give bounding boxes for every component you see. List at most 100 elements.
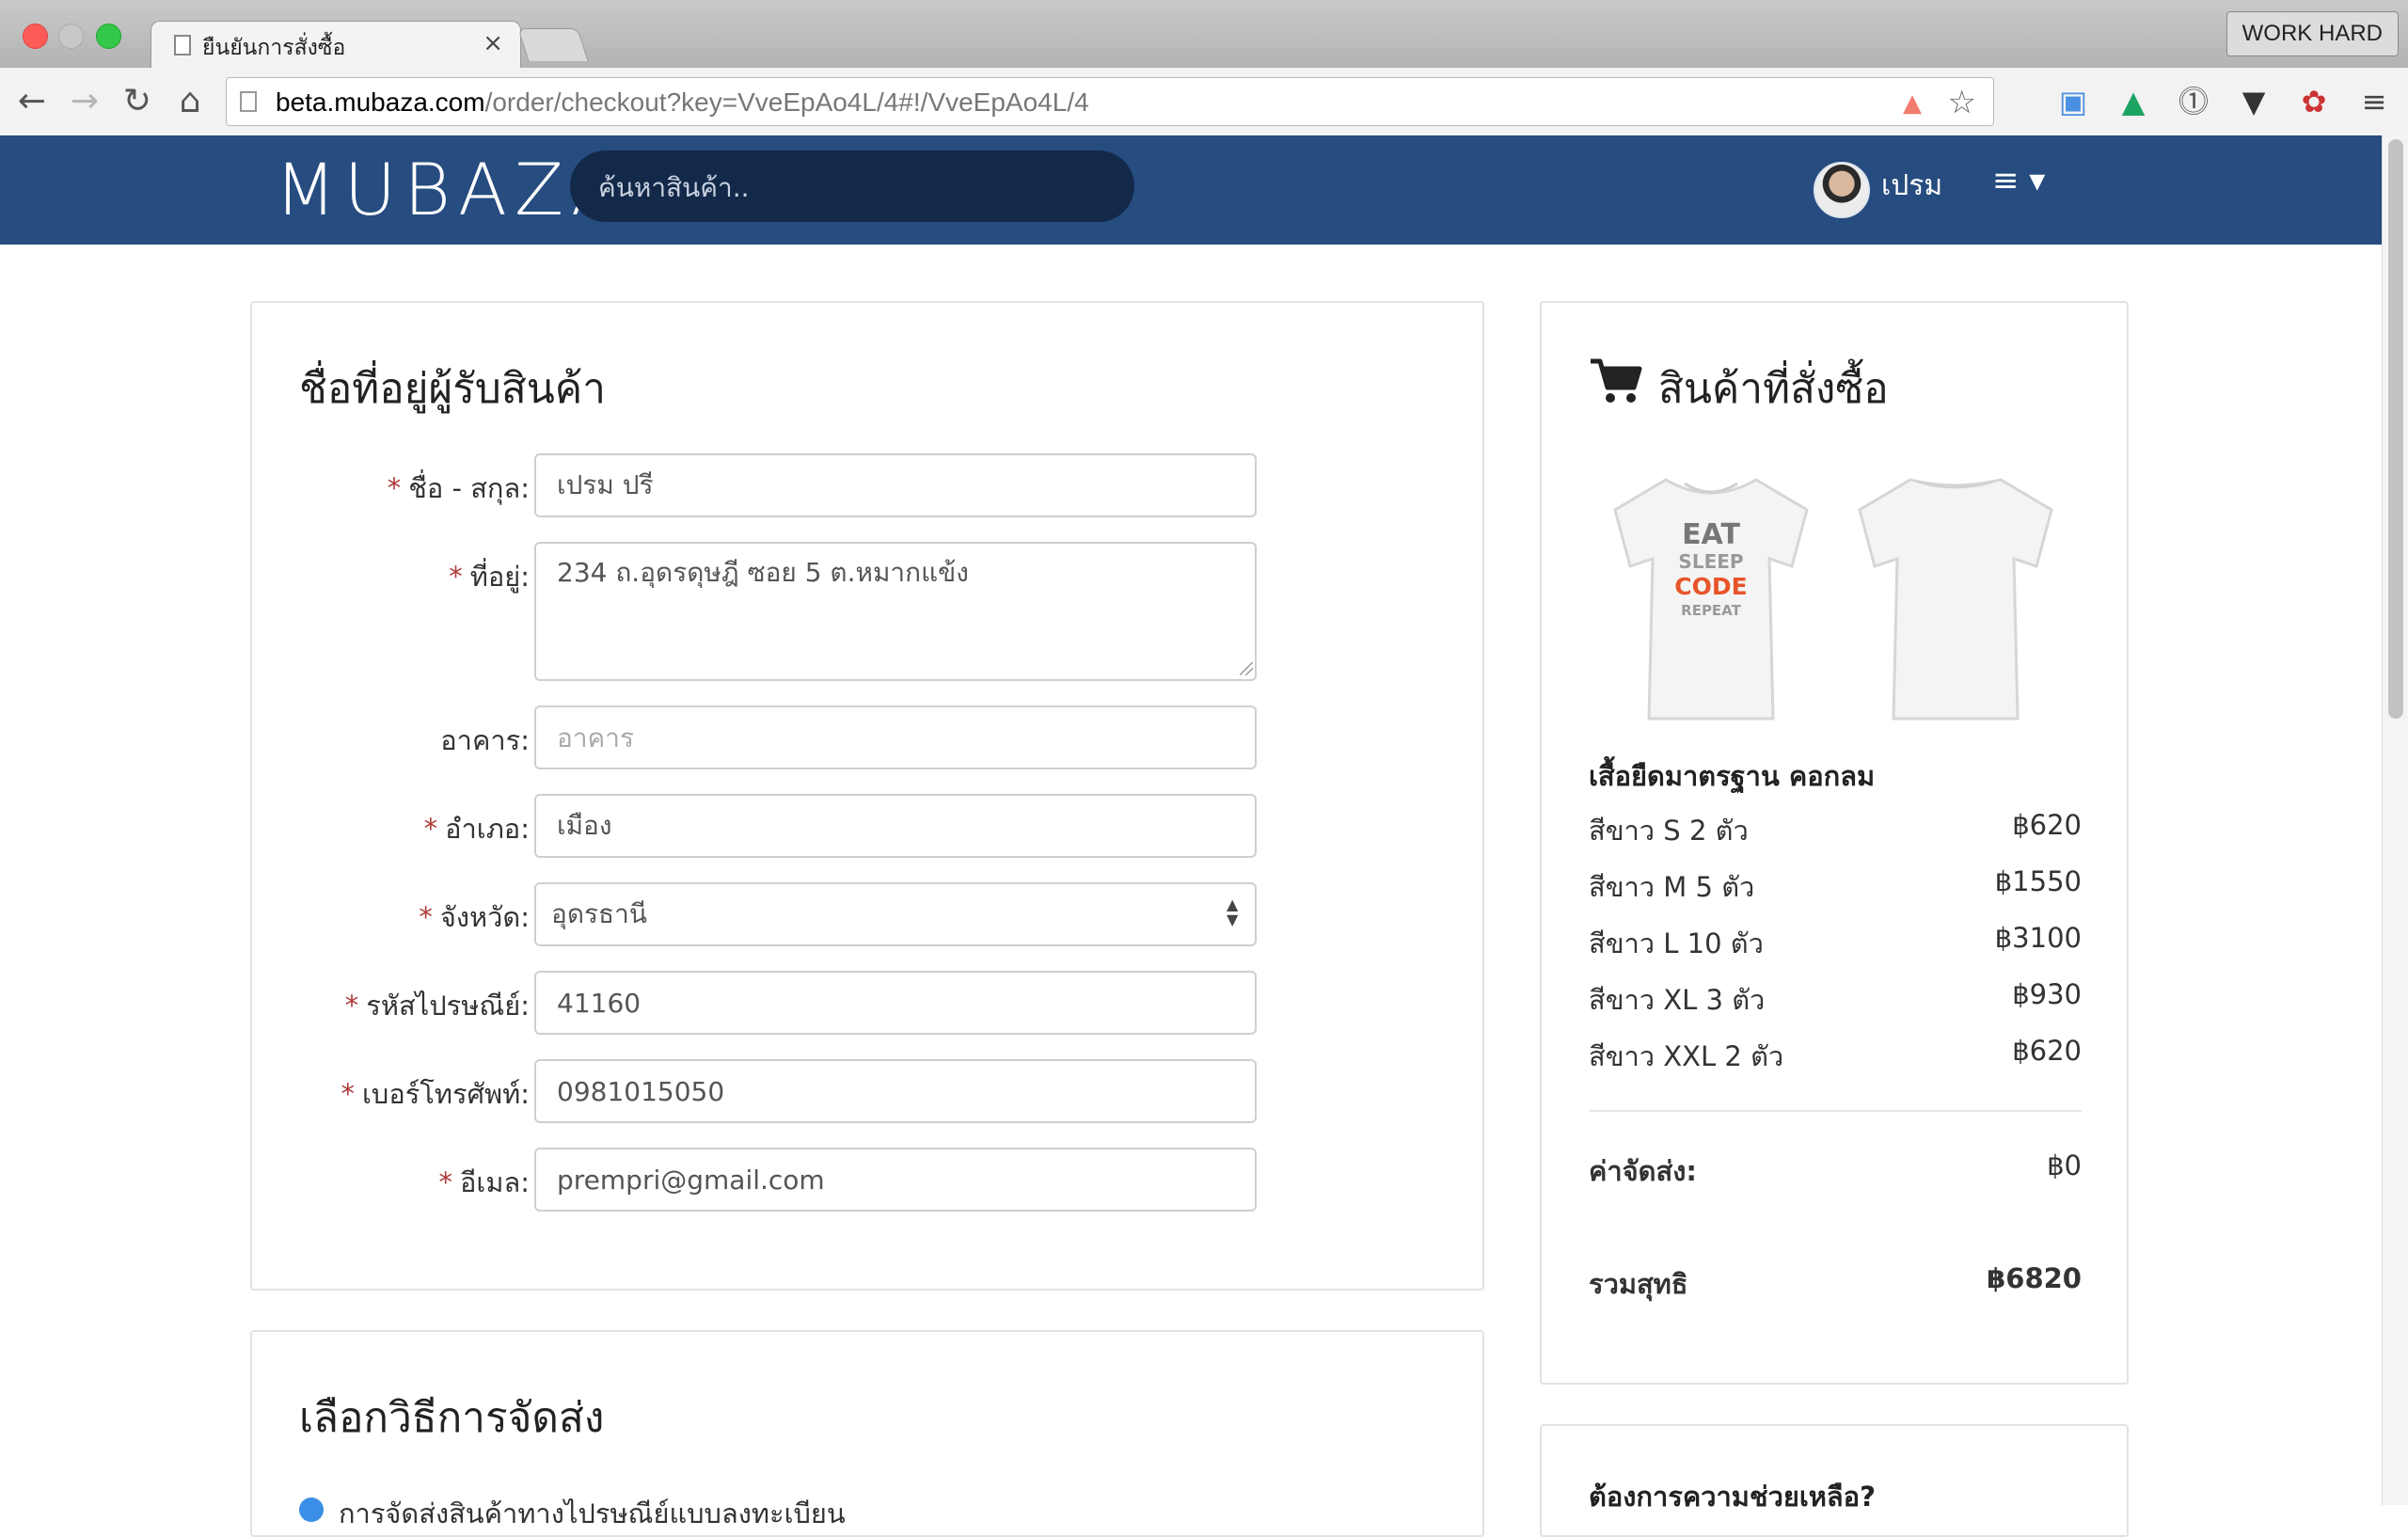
province-label: * จังหวัด: (419, 895, 530, 939)
site-header: MUBAZA เปรม ≡ ▾ (0, 135, 2382, 245)
phone-label: * เบอร์โทรศัพท์: (341, 1072, 531, 1116)
postcode-label: * รหัสไปรษณีย์: (345, 984, 530, 1027)
page-scrollbar[interactable] (2382, 135, 2408, 1505)
district-label-text: อำเภอ: (445, 813, 530, 845)
order-item-label: สีขาว XL 3 ตัว (1589, 984, 1766, 1016)
new-tab-button[interactable] (517, 28, 589, 61)
shipping-option-label[interactable]: การจัดส่งสินค้าทางไปรษณีย์แบบลงทะเบียน (339, 1492, 846, 1535)
window-minimize-button[interactable] (58, 24, 84, 49)
order-panel-title: สินค้าที่สั่งซื้อ (1658, 365, 1889, 413)
postcode-input[interactable] (534, 971, 1257, 1035)
order-summary-panel: สินค้าที่สั่งซื้อ EAT SLEEP CODE REPEAT … (1540, 301, 2129, 1385)
url-path: /order/checkout?key=VveEpAo4L/4#!/VveEpA… (484, 87, 1089, 117)
search-input[interactable] (596, 151, 1127, 224)
page-icon (174, 35, 191, 55)
drive-extension-icon[interactable]: ▲ (2115, 85, 2152, 119)
url-host: beta.mubaza.com (276, 87, 485, 117)
search-box (570, 151, 1134, 224)
postcode-label-text: รหัสไปรษณีย์: (366, 990, 530, 1022)
building-label: อาคาร: (440, 724, 530, 756)
browser-tab-active[interactable]: ยืนยันการสั่งซื้อ × (150, 21, 521, 69)
required-mark: * (449, 561, 463, 593)
laravel-extension-icon[interactable]: ▲ (1903, 89, 1922, 118)
avatar[interactable] (1814, 162, 1870, 218)
address-textarea[interactable]: 234 ถ.อุดรดุษฎี ซอย 5 ต.หมากแข้ง (534, 542, 1257, 681)
province-select[interactable]: อุดรธานี (534, 882, 1257, 946)
page-icon (240, 91, 257, 112)
shopping-cart-icon (1591, 358, 1642, 403)
pocket-extension-icon[interactable]: ▼ (2235, 85, 2273, 119)
phone-input[interactable] (534, 1059, 1257, 1123)
back-arrow-icon[interactable]: ← (11, 81, 53, 122)
shipping-cost-value: ฿0 (2047, 1149, 2082, 1181)
email-input[interactable] (534, 1148, 1257, 1212)
url-text[interactable]: beta.mubaza.com/order/checkout?key=VveEp… (276, 87, 1089, 118)
order-item-price: ฿620 (2012, 1035, 2082, 1067)
user-name[interactable]: เปรม (1881, 164, 1942, 208)
shirt-print-repeat: REPEAT (1681, 602, 1741, 619)
forward-arrow-icon[interactable]: → (64, 81, 105, 122)
order-item-label: สีขาว XXL 2 ตัว (1589, 1040, 1784, 1072)
required-mark: * (438, 1166, 453, 1198)
help-panel: ต้องการความช่วยเหลือ? (1540, 1424, 2129, 1537)
textarea-resize-handle[interactable] (1240, 662, 1253, 675)
order-item-row: สีขาว XL 3 ตัว ฿930 (1589, 978, 2082, 1016)
order-item-label: สีขาว S 2 ตัว (1589, 815, 1749, 847)
star-icon[interactable]: ☆ (1948, 84, 1976, 121)
password-extension-icon[interactable]: ⓵ (2175, 85, 2212, 119)
browser-menu-icon[interactable]: ≡ (2355, 85, 2393, 119)
phone-label-text: เบอร์โทรศัพท์: (362, 1078, 530, 1110)
select-arrows-icon[interactable]: ▲ ▼ (1227, 897, 1238, 927)
name-label: * ชื่อ - สกุล: (388, 467, 530, 510)
calendar-extension-icon[interactable]: ▣ (2054, 85, 2092, 119)
window-close-button[interactable] (23, 24, 48, 49)
browser-toolbar: ← → ↻ ⌂ beta.mubaza.com/order/checkout?k… (0, 68, 2408, 136)
tshirt-back-image[interactable] (1852, 472, 2059, 726)
total-value: ฿6820 (1987, 1262, 2082, 1294)
name-input[interactable] (534, 453, 1257, 517)
tab-close-icon[interactable]: × (483, 29, 503, 57)
order-item-row: สีขาว S 2 ตัว ฿620 (1589, 809, 2082, 847)
district-input[interactable] (534, 794, 1257, 858)
required-mark: * (344, 990, 359, 1022)
total-label: รวมสุทธิ (1589, 1268, 1688, 1300)
hamburger-menu-icon[interactable]: ≡ ▾ (1992, 162, 2045, 199)
scrollbar-thumb[interactable] (2388, 139, 2403, 719)
address-panel-title: ชื่อที่อยู่ผู้รับสินค้า (299, 365, 606, 413)
shipping-address-panel: ชื่อที่อยู่ผู้รับสินค้า *ชื่อ - สกุล: *ท… (250, 301, 1484, 1291)
total-row: รวมสุทธิ ฿6820 (1589, 1262, 2082, 1300)
address-bar[interactable]: beta.mubaza.com/order/checkout?key=VveEp… (226, 77, 1994, 126)
help-title: ต้องการความช่วยเหลือ? (1589, 1481, 1876, 1513)
shirt-print-sleep: SLEEP (1678, 550, 1743, 573)
order-item-price: ฿3100 (1994, 922, 2082, 954)
shipping-cost-row: ค่าจัดส่ง: ฿0 (1589, 1149, 2082, 1187)
order-item-row: สีขาว M 5 ตัว ฿1550 (1589, 865, 2082, 903)
clipper-extension-icon[interactable]: ✿ (2295, 85, 2333, 119)
window-maximize-button[interactable] (96, 24, 121, 49)
shipping-method-panel: เลือกวิธีการจัดส่ง การจัดส่งสินค้าทางไปร… (250, 1330, 1484, 1537)
required-mark: * (387, 472, 402, 504)
shipping-option-radio[interactable] (299, 1497, 324, 1522)
tshirt-front-image[interactable]: EAT SLEEP CODE REPEAT (1608, 472, 1814, 726)
browser-tab-strip: ยืนยันการสั่งซื้อ × WORK HARD (0, 0, 2408, 69)
required-mark: * (341, 1078, 356, 1110)
shipping-cost-label: ค่าจัดส่ง: (1589, 1155, 1697, 1187)
province-label-text: จังหวัด: (439, 901, 530, 933)
order-item-label: สีขาว M 5 ตัว (1589, 871, 1755, 903)
email-label-text: อีเมล: (460, 1166, 530, 1198)
shirt-print-eat: EAT (1682, 518, 1740, 551)
reload-icon[interactable]: ↻ (117, 81, 158, 122)
order-item-row: สีขาว XXL 2 ตัว ฿620 (1589, 1035, 2082, 1072)
tab-title: ยืนยันการสั่งซื้อ (202, 36, 346, 60)
required-mark: * (419, 901, 433, 933)
profile-badge[interactable]: WORK HARD (2226, 11, 2399, 56)
building-input[interactable] (534, 705, 1257, 769)
order-item-price: ฿1550 (1994, 865, 2082, 897)
summary-divider (1589, 1110, 2082, 1112)
order-item-label: สีขาว L 10 ตัว (1589, 927, 1764, 959)
address-label: * ที่อยู่: (449, 555, 530, 598)
required-mark: * (423, 813, 438, 845)
shirt-print-code: CODE (1674, 573, 1747, 600)
home-icon[interactable]: ⌂ (169, 81, 211, 122)
order-item-price: ฿930 (2012, 978, 2082, 1010)
